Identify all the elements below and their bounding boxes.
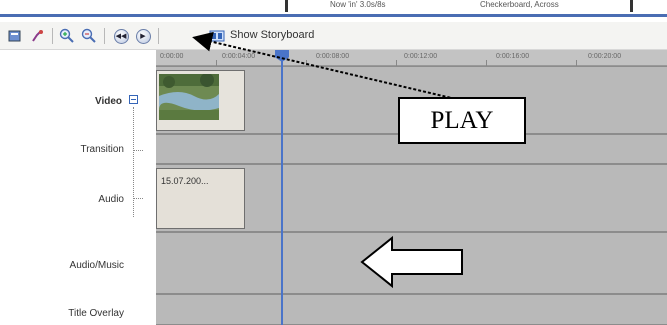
toolbar-separator (52, 28, 53, 44)
storyboard-icon[interactable] (208, 27, 226, 45)
track-label-audio: Audio (98, 194, 124, 205)
audio-music-lane[interactable] (156, 232, 667, 294)
rewind-timeline-icon[interactable]: ◀◀ (112, 27, 130, 45)
timeline-toolbar: ◀◀ ▶ Show Storyboard (0, 22, 667, 50)
show-storyboard-button[interactable]: Show Storyboard (230, 29, 314, 41)
track-label-transition: Transition (80, 144, 124, 155)
track-label-audio-music: Audio/Music (69, 260, 124, 271)
audio-lane[interactable]: 15.07.200... (156, 164, 667, 232)
tab-separator (630, 0, 633, 12)
audio-clip[interactable]: 15.07.200... (156, 168, 245, 229)
ruler-label: 0:00:00 (160, 53, 184, 60)
tree-connector (133, 150, 143, 151)
expand-collapse-icon[interactable] (127, 93, 139, 105)
play-timeline-icon[interactable]: ▶ (134, 27, 152, 45)
play-callout-label: PLAY (398, 97, 526, 144)
narrate-timeline-icon[interactable] (28, 27, 46, 45)
title-overlay-lane[interactable] (156, 294, 667, 325)
timeline-ruler[interactable]: 0:00:00 0:00:04:00 0:00:08:00 0:00:12:00… (156, 50, 667, 66)
top-accent-line (0, 14, 667, 17)
video-clip-thumbnail (159, 74, 219, 120)
ruler-label: 0:00:08:00 (316, 53, 350, 60)
video-clip[interactable] (156, 70, 245, 131)
zoom-out-icon[interactable] (80, 27, 98, 45)
track-labels-panel: Video Transition Audio Audio/Music Title… (0, 66, 156, 325)
top-tab-1[interactable]: Now 'in' 3.0s/8s (330, 0, 386, 12)
toolbar-separator (158, 28, 159, 44)
toolbar-separator (104, 28, 105, 44)
ruler-label: 0:00:04:00 (222, 53, 256, 60)
zoom-in-icon[interactable] (58, 27, 76, 45)
tree-connector (133, 198, 143, 199)
ruler-label: 0:00:12:00 (404, 53, 438, 60)
audio-clip-label: 15.07.200... (161, 176, 209, 186)
tab-separator (285, 0, 288, 12)
ruler-label: 0:00:20:00 (588, 53, 622, 60)
tree-connector (133, 107, 134, 217)
set-audio-levels-icon[interactable] (6, 27, 24, 45)
playhead-line[interactable] (281, 50, 283, 325)
ruler-label: 0:00:16:00 (496, 53, 530, 60)
window-top-strip: Now 'in' 3.0s/8s Checkerboard, Across (0, 0, 667, 22)
track-label-video: Video (94, 96, 122, 107)
top-tab-2[interactable]: Checkerboard, Across (480, 0, 559, 12)
track-label-title-overlay: Title Overlay (68, 308, 124, 319)
